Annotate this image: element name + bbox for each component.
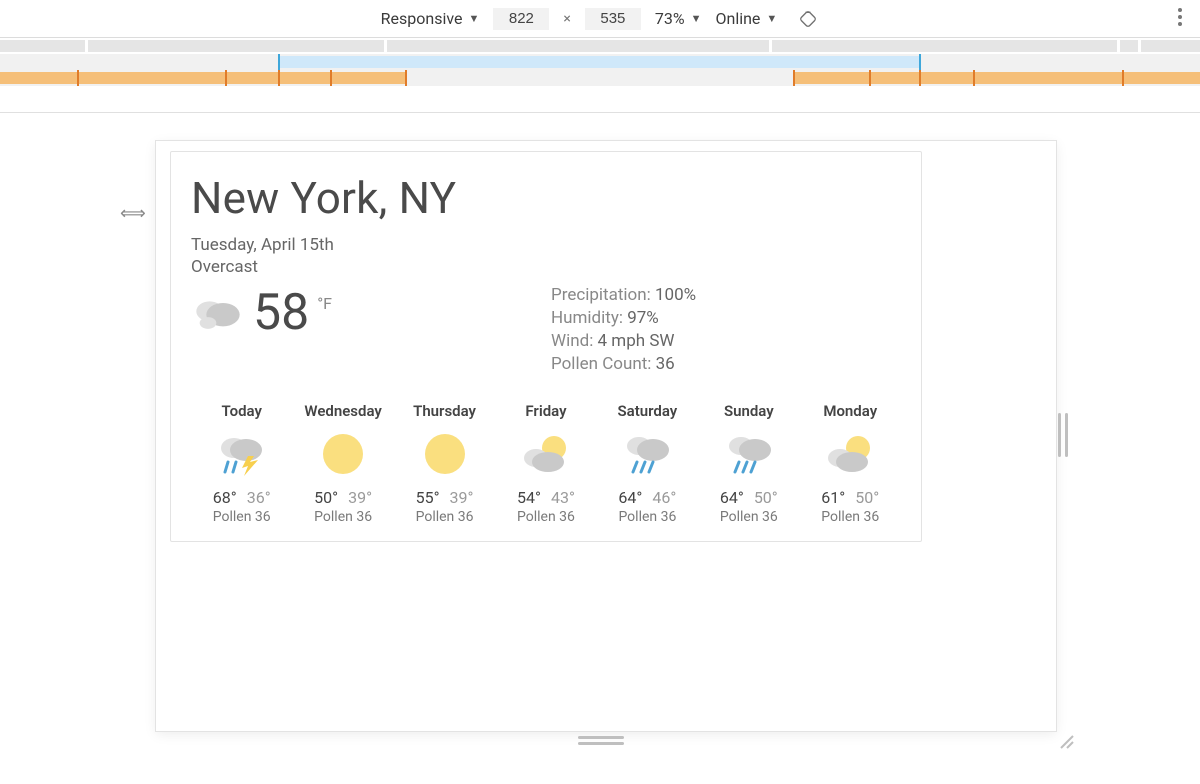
dropdown-triangle-icon: ▼: [766, 12, 777, 25]
forecast-day: Today 68° 36° Pollen 36: [191, 402, 292, 525]
zoom-label: 73%: [655, 9, 685, 28]
device-toolbar: Responsive ▼ × 73% ▼ Online ▼: [0, 0, 1200, 38]
network-dropdown[interactable]: Online ▼: [715, 9, 777, 28]
day-hi: 64°: [720, 488, 744, 507]
forecast-row: Today 68° 36° Pollen 36 Wednesday 50° 39° Poll…: [191, 402, 901, 525]
temp-unit: °F: [317, 294, 332, 313]
breakpoint-ruler: [0, 38, 1200, 113]
resize-handle-left[interactable]: ⟺: [120, 203, 144, 224]
current-temp: 58: [253, 284, 309, 342]
day-lo: 46°: [652, 488, 676, 507]
forecast-day: Wednesday 50° 39° Pollen 36: [292, 402, 393, 525]
weather-card: New York, NY Tuesday, April 15th Overcas…: [170, 151, 922, 542]
forecast-day: Monday 61° 50° Pollen 36: [800, 402, 901, 525]
wind-label: Wind:: [551, 331, 593, 351]
resize-handle-right[interactable]: [1058, 413, 1072, 457]
dimension-separator: ×: [563, 11, 570, 27]
network-label: Online: [715, 9, 760, 28]
height-input[interactable]: [585, 8, 641, 30]
resize-handle-corner[interactable]: [1058, 733, 1074, 749]
day-hi: 55°: [416, 488, 440, 507]
day-icon: [394, 426, 495, 482]
day-hi: 64°: [618, 488, 642, 507]
rotate-icon: [798, 9, 818, 29]
forecast-day: Friday 54° 43° Pollen 36: [495, 402, 596, 525]
width-input[interactable]: [493, 8, 549, 30]
kebab-dot-icon: [1178, 22, 1182, 26]
day-icon: [800, 426, 901, 482]
day-hi: 50°: [314, 488, 338, 507]
dropdown-triangle-icon: ▼: [691, 12, 702, 25]
date-text: Tuesday, April 15th: [191, 234, 901, 256]
humidity-label: Humidity:: [551, 308, 623, 328]
ruler-gray-strip[interactable]: [0, 38, 1200, 54]
day-icon: [698, 426, 799, 482]
day-name: Thursday: [394, 402, 495, 420]
day-hi: 68°: [213, 488, 237, 507]
day-name: Monday: [800, 402, 901, 420]
forecast-day: Thursday 55° 39° Pollen 36: [394, 402, 495, 525]
day-icon: [495, 426, 596, 482]
city-title: New York, NY: [191, 172, 901, 224]
dropdown-triangle-icon: ▼: [469, 12, 480, 25]
day-lo: 39°: [450, 488, 474, 507]
humidity-value: 97%: [627, 308, 659, 328]
ruler-orange-strip[interactable]: [0, 70, 1200, 86]
day-lo: 39°: [348, 488, 372, 507]
device-viewport: New York, NY Tuesday, April 15th Overcas…: [156, 141, 1056, 731]
day-hi: 61°: [821, 488, 845, 507]
weather-details: Precipitation: 100% Humidity: 97% Wind: …: [551, 284, 696, 376]
day-pollen: Pollen 36: [698, 509, 799, 525]
day-icon: [597, 426, 698, 482]
more-options-button[interactable]: [1178, 8, 1182, 26]
precip-label: Precipitation:: [551, 285, 651, 305]
resize-handle-bottom[interactable]: [578, 736, 624, 746]
day-pollen: Pollen 36: [597, 509, 698, 525]
day-pollen: Pollen 36: [191, 509, 292, 525]
pollen-label: Pollen Count:: [551, 354, 651, 374]
day-name: Saturday: [597, 402, 698, 420]
day-pollen: Pollen 36: [800, 509, 901, 525]
day-name: Wednesday: [292, 402, 393, 420]
kebab-dot-icon: [1178, 8, 1182, 12]
day-icon: [292, 426, 393, 482]
device-mode-label: Responsive: [381, 9, 463, 28]
pollen-value: 36: [656, 354, 675, 374]
forecast-day: Saturday 64° 46° Pollen 36: [597, 402, 698, 525]
day-pollen: Pollen 36: [495, 509, 596, 525]
wind-value: 4 mph SW: [598, 331, 675, 351]
day-lo: 50°: [754, 488, 778, 507]
precip-value: 100%: [655, 285, 696, 305]
device-mode-dropdown[interactable]: Responsive ▼: [381, 9, 480, 28]
ruler-blue-strip[interactable]: [0, 54, 1200, 70]
day-name: Friday: [495, 402, 596, 420]
condition-text: Overcast: [191, 256, 901, 278]
day-pollen: Pollen 36: [292, 509, 393, 525]
zoom-dropdown[interactable]: 73% ▼: [655, 9, 702, 28]
day-name: Today: [191, 402, 292, 420]
day-lo: 50°: [855, 488, 879, 507]
day-name: Sunday: [698, 402, 799, 420]
kebab-dot-icon: [1178, 15, 1182, 19]
forecast-day: Sunday 64° 50° Pollen 36: [698, 402, 799, 525]
day-icon: [191, 426, 292, 482]
day-hi: 54°: [517, 488, 541, 507]
resize-corner-icon: [1058, 733, 1074, 749]
day-lo: 36°: [247, 488, 271, 507]
device-canvas: ⟺ New York, NY Tuesday, April 15th Overc…: [0, 113, 1200, 784]
rotate-button[interactable]: [797, 8, 819, 30]
day-lo: 43°: [551, 488, 575, 507]
overcast-icon: [191, 293, 245, 333]
day-pollen: Pollen 36: [394, 509, 495, 525]
